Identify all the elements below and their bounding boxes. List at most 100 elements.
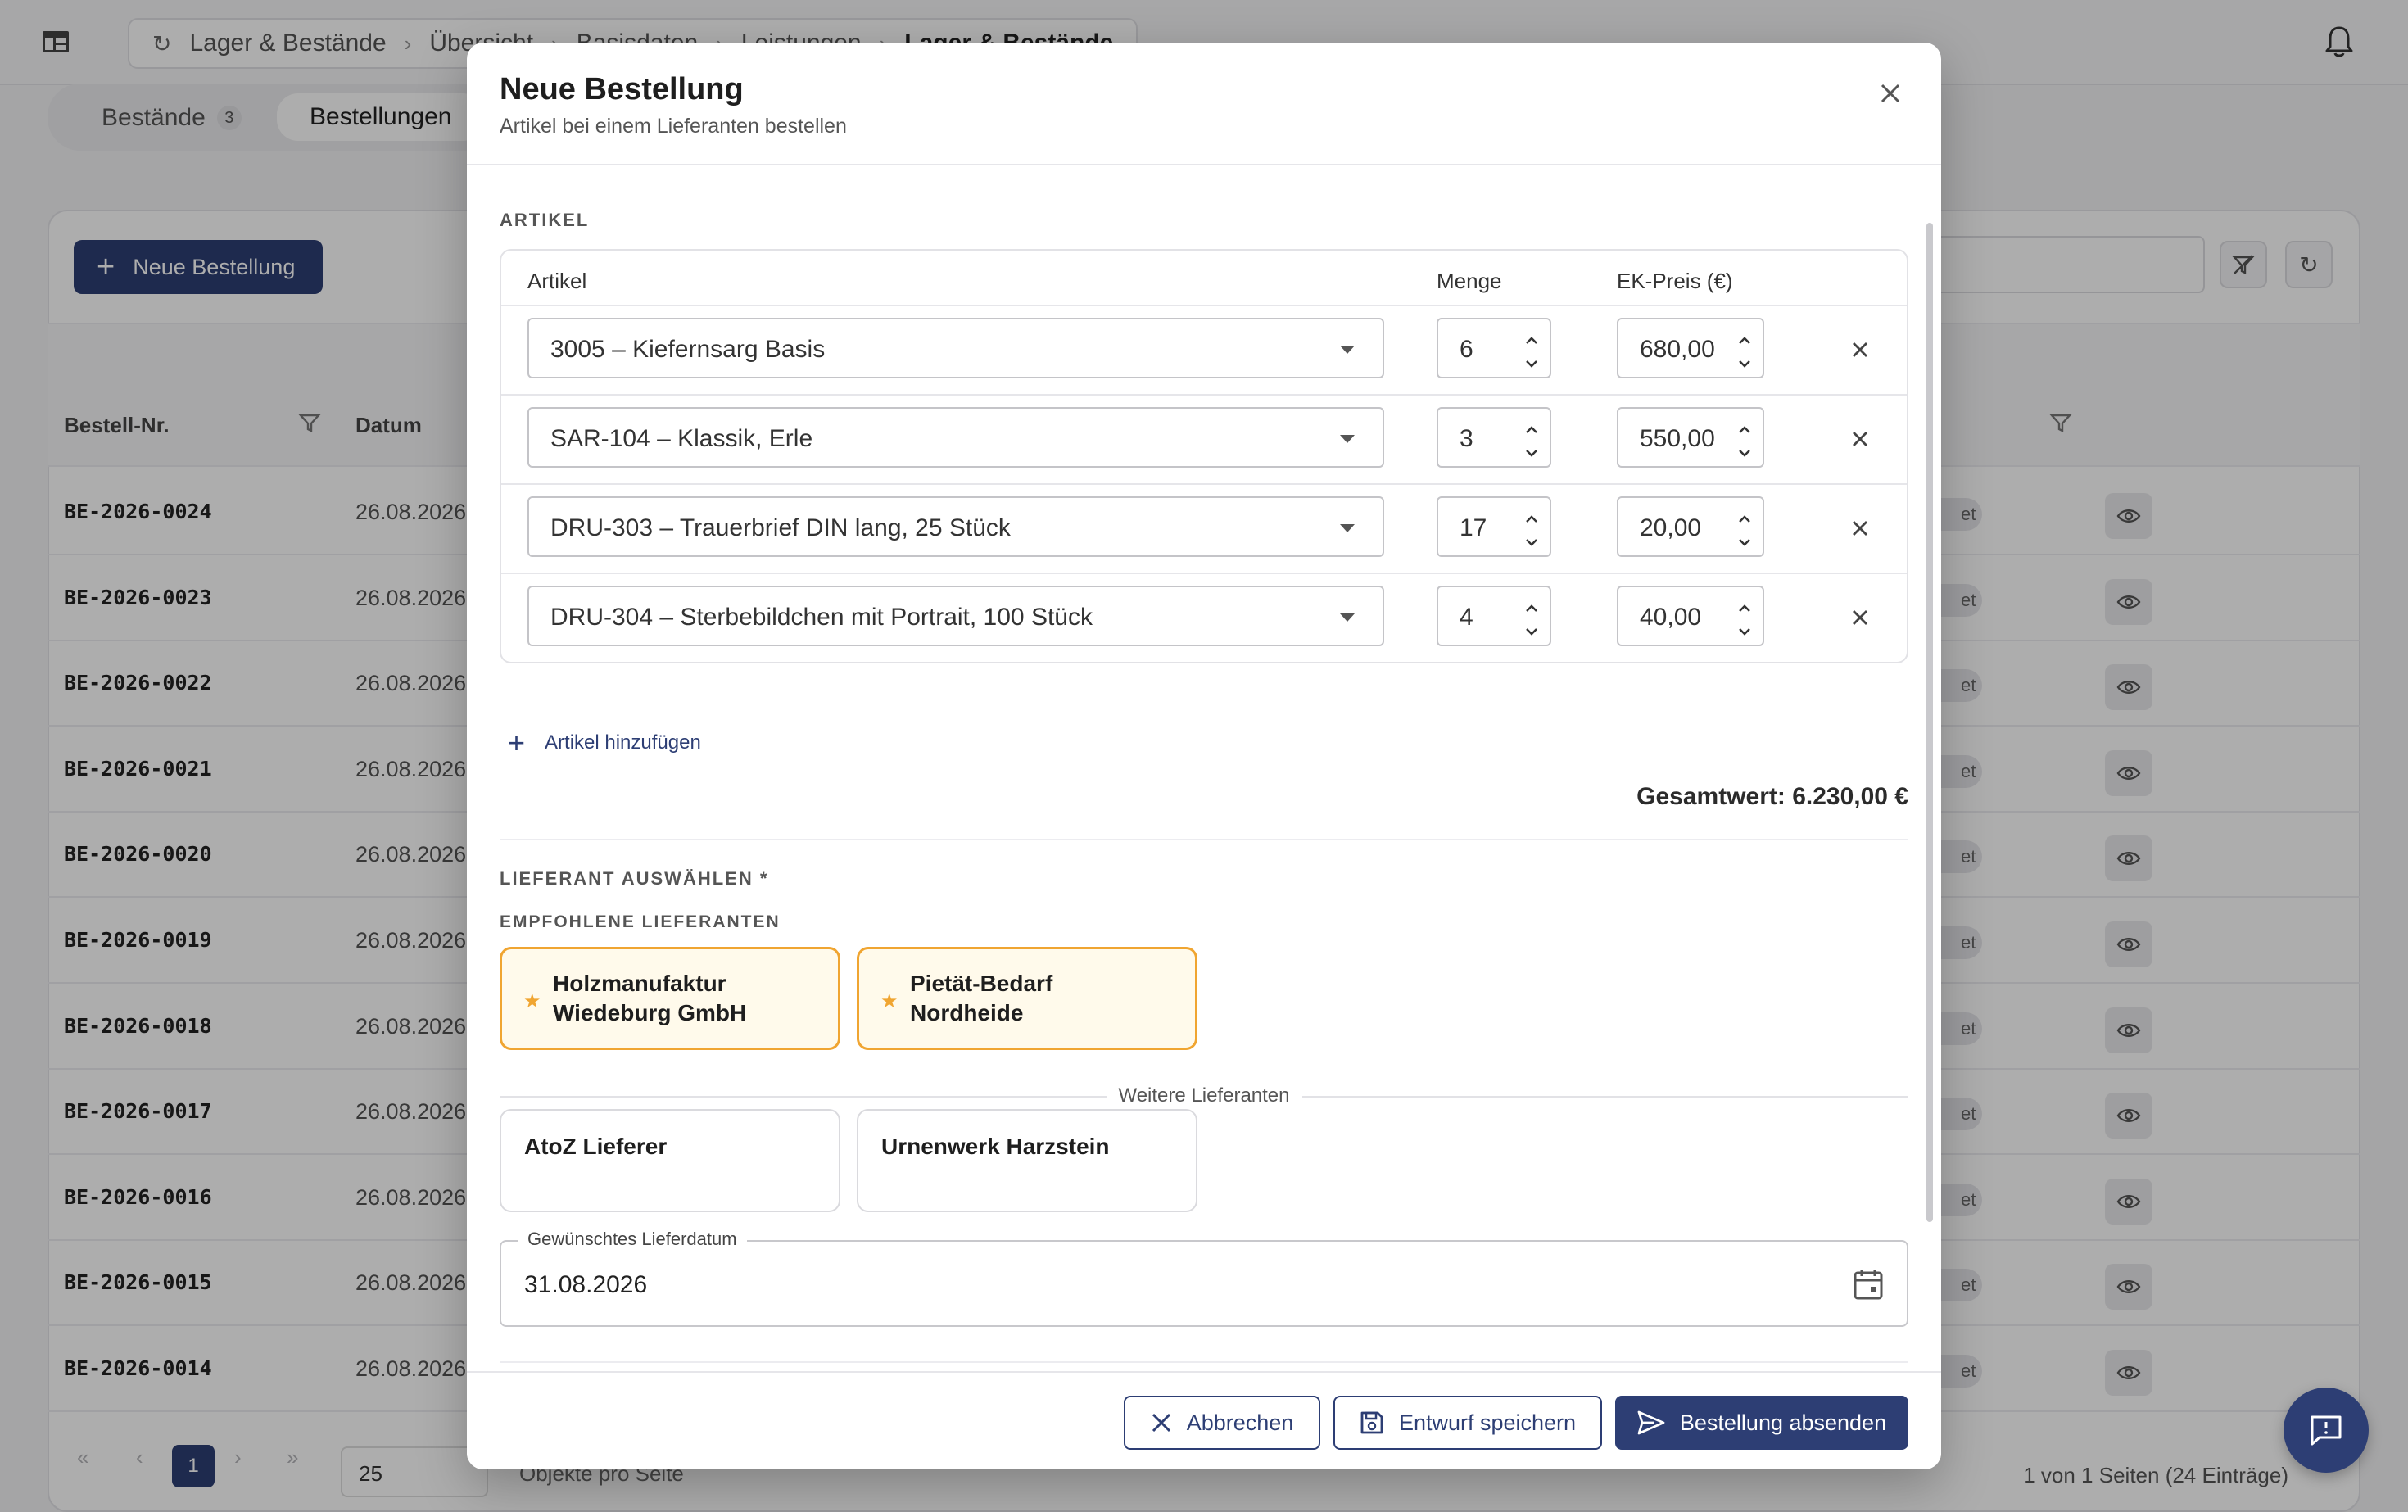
article-select[interactable]: SAR-104 – Klassik, Erle bbox=[527, 407, 1384, 468]
send-icon bbox=[1637, 1410, 1665, 1435]
supplier-card-recommended[interactable]: ★ Pietät-Bedarf Nordheide bbox=[857, 947, 1197, 1050]
chevron-up-icon[interactable] bbox=[1736, 417, 1753, 433]
chevron-down-icon[interactable] bbox=[1736, 351, 1753, 368]
close-button[interactable] bbox=[1872, 75, 1908, 111]
close-icon bbox=[1881, 84, 1900, 103]
remove-item-button[interactable] bbox=[1848, 427, 1872, 451]
more-suppliers-label: Weitere Lieferanten bbox=[1118, 1084, 1290, 1107]
item-row: 3005 – Kiefernsarg Basis 6 680,00 bbox=[501, 305, 1907, 395]
chat-icon bbox=[2311, 1415, 2342, 1446]
remove-item-button[interactable] bbox=[1848, 516, 1872, 541]
new-order-dialog: Neue Bestellung Artikel bei einem Liefer… bbox=[467, 43, 1941, 1469]
scrollbar-thumb[interactable] bbox=[1926, 223, 1933, 1222]
chevron-up-icon[interactable] bbox=[1523, 595, 1540, 612]
dialog-title: Neue Bestellung bbox=[500, 72, 744, 106]
dropdown-arrow-icon bbox=[1340, 435, 1355, 443]
section-title-artikel: ARTIKEL bbox=[500, 210, 590, 230]
quantity-stepper[interactable]: 6 bbox=[1437, 318, 1551, 378]
quantity-value: 3 bbox=[1460, 425, 1473, 452]
scrollbar[interactable] bbox=[1926, 223, 1933, 1288]
chevron-up-icon[interactable] bbox=[1736, 506, 1753, 523]
more-suppliers-divider: Weitere Lieferanten bbox=[500, 1084, 1908, 1109]
divider bbox=[500, 1361, 1908, 1363]
remove-item-button[interactable] bbox=[1848, 337, 1872, 362]
plus-icon: + bbox=[508, 726, 526, 759]
submit-order-button[interactable]: Bestellung absenden bbox=[1615, 1396, 1908, 1450]
price-stepper[interactable]: 40,00 bbox=[1617, 586, 1764, 646]
quantity-value: 17 bbox=[1460, 514, 1487, 541]
article-select[interactable]: DRU-303 – Trauerbrief DIN lang, 25 Stück bbox=[527, 496, 1384, 557]
button-label: Entwurf speichern bbox=[1398, 1410, 1577, 1435]
supplier-card[interactable]: AtoZ Lieferer bbox=[500, 1109, 840, 1212]
chevron-up-icon[interactable] bbox=[1523, 417, 1540, 433]
article-select[interactable]: 3005 – Kiefernsarg Basis bbox=[527, 318, 1384, 378]
dropdown-arrow-icon bbox=[1340, 524, 1355, 532]
quantity-value: 4 bbox=[1460, 604, 1473, 631]
chevron-down-icon[interactable] bbox=[1523, 618, 1540, 636]
quantity-stepper[interactable]: 3 bbox=[1437, 407, 1551, 468]
supplier-name: Nordheide bbox=[910, 1000, 1024, 1025]
price-stepper[interactable]: 20,00 bbox=[1617, 496, 1764, 557]
price-stepper[interactable]: 550,00 bbox=[1617, 407, 1764, 468]
dropdown-arrow-icon bbox=[1340, 613, 1355, 622]
select-value: SAR-104 – Klassik, Erle bbox=[550, 425, 813, 452]
select-value: 3005 – Kiefernsarg Basis bbox=[550, 336, 826, 363]
dialog-header: Neue Bestellung Artikel bei einem Liefer… bbox=[467, 43, 1941, 165]
chevron-down-icon[interactable] bbox=[1736, 440, 1753, 457]
section-title-lieferant: LIEFERANT AUSWÄHLEN * bbox=[500, 868, 769, 889]
item-row: DRU-303 – Trauerbrief DIN lang, 25 Stück… bbox=[501, 483, 1907, 573]
chevron-down-icon[interactable] bbox=[1736, 618, 1753, 636]
price-value: 40,00 bbox=[1640, 604, 1702, 631]
feedback-button[interactable] bbox=[2284, 1388, 2369, 1473]
chevron-down-icon[interactable] bbox=[1523, 440, 1540, 457]
button-label: Bestellung absenden bbox=[1679, 1410, 1887, 1435]
close-icon bbox=[1853, 342, 1867, 357]
article-select[interactable]: DRU-304 – Sterbebildchen mit Portrait, 1… bbox=[527, 586, 1384, 646]
field-value: 31.08.2026 bbox=[524, 1271, 648, 1298]
button-label: Abbrechen bbox=[1186, 1410, 1294, 1435]
quantity-stepper[interactable]: 4 bbox=[1437, 586, 1551, 646]
price-value: 680,00 bbox=[1640, 336, 1715, 363]
divider bbox=[500, 839, 1908, 840]
dialog-footer: Abbrechen Entwurf speichern Bestellung a… bbox=[467, 1371, 1941, 1469]
supplier-name: AtoZ Lieferer bbox=[524, 1134, 668, 1159]
items-table: Artikel Menge EK-Preis (€) 3005 – Kiefer… bbox=[500, 249, 1908, 663]
select-value: DRU-304 – Sterbebildchen mit Portrait, 1… bbox=[550, 604, 1093, 631]
total-value: Gesamtwert: 6.230,00 € bbox=[1636, 783, 1908, 810]
select-value: DRU-303 – Trauerbrief DIN lang, 25 Stück bbox=[550, 514, 1011, 541]
close-icon bbox=[1853, 610, 1867, 625]
column-header-menge: Menge bbox=[1437, 269, 1502, 293]
chevron-up-icon[interactable] bbox=[1736, 328, 1753, 344]
add-item-button[interactable]: + Artikel hinzufügen bbox=[508, 726, 701, 760]
close-icon bbox=[1152, 1413, 1170, 1433]
supplier-card[interactable]: Urnenwerk Harzstein bbox=[857, 1109, 1197, 1212]
save-icon bbox=[1360, 1411, 1383, 1434]
chevron-down-icon[interactable] bbox=[1523, 351, 1540, 368]
supplier-card-recommended[interactable]: ★ Holzmanufaktur Wiedeburg GmbH bbox=[500, 947, 840, 1050]
supplier-name: Urnenwerk Harzstein bbox=[881, 1134, 1110, 1159]
item-row: SAR-104 – Klassik, Erle 3 550,00 bbox=[501, 394, 1907, 484]
quantity-stepper[interactable]: 17 bbox=[1437, 496, 1551, 557]
dropdown-arrow-icon bbox=[1340, 346, 1355, 354]
remove-item-button[interactable] bbox=[1848, 605, 1872, 630]
chevron-down-icon[interactable] bbox=[1523, 529, 1540, 546]
field-label: Gewünschtes Lieferdatum bbox=[518, 1229, 747, 1250]
price-stepper[interactable]: 680,00 bbox=[1617, 318, 1764, 378]
price-value: 20,00 bbox=[1640, 514, 1702, 541]
cancel-button[interactable]: Abbrechen bbox=[1124, 1396, 1320, 1450]
chevron-up-icon[interactable] bbox=[1736, 595, 1753, 612]
chevron-up-icon[interactable] bbox=[1523, 328, 1540, 344]
price-value: 550,00 bbox=[1640, 425, 1715, 452]
dialog-body: ARTIKEL Artikel Menge EK-Preis (€) 3005 … bbox=[467, 167, 1941, 1371]
chevron-up-icon[interactable] bbox=[1523, 506, 1540, 523]
supplier-name: Pietät-Bedarf bbox=[910, 971, 1053, 996]
quantity-value: 6 bbox=[1460, 336, 1473, 363]
delivery-date-field[interactable]: Gewünschtes Lieferdatum 31.08.2026 bbox=[500, 1229, 1908, 1327]
save-draft-button[interactable]: Entwurf speichern bbox=[1333, 1396, 1602, 1450]
calendar-icon[interactable] bbox=[1853, 1268, 1884, 1301]
close-icon bbox=[1853, 432, 1867, 446]
column-header-artikel: Artikel bbox=[527, 269, 587, 293]
chevron-down-icon[interactable] bbox=[1736, 529, 1753, 546]
dialog-subtitle: Artikel bei einem Lieferanten bestellen bbox=[500, 115, 847, 138]
close-icon bbox=[1853, 521, 1867, 536]
